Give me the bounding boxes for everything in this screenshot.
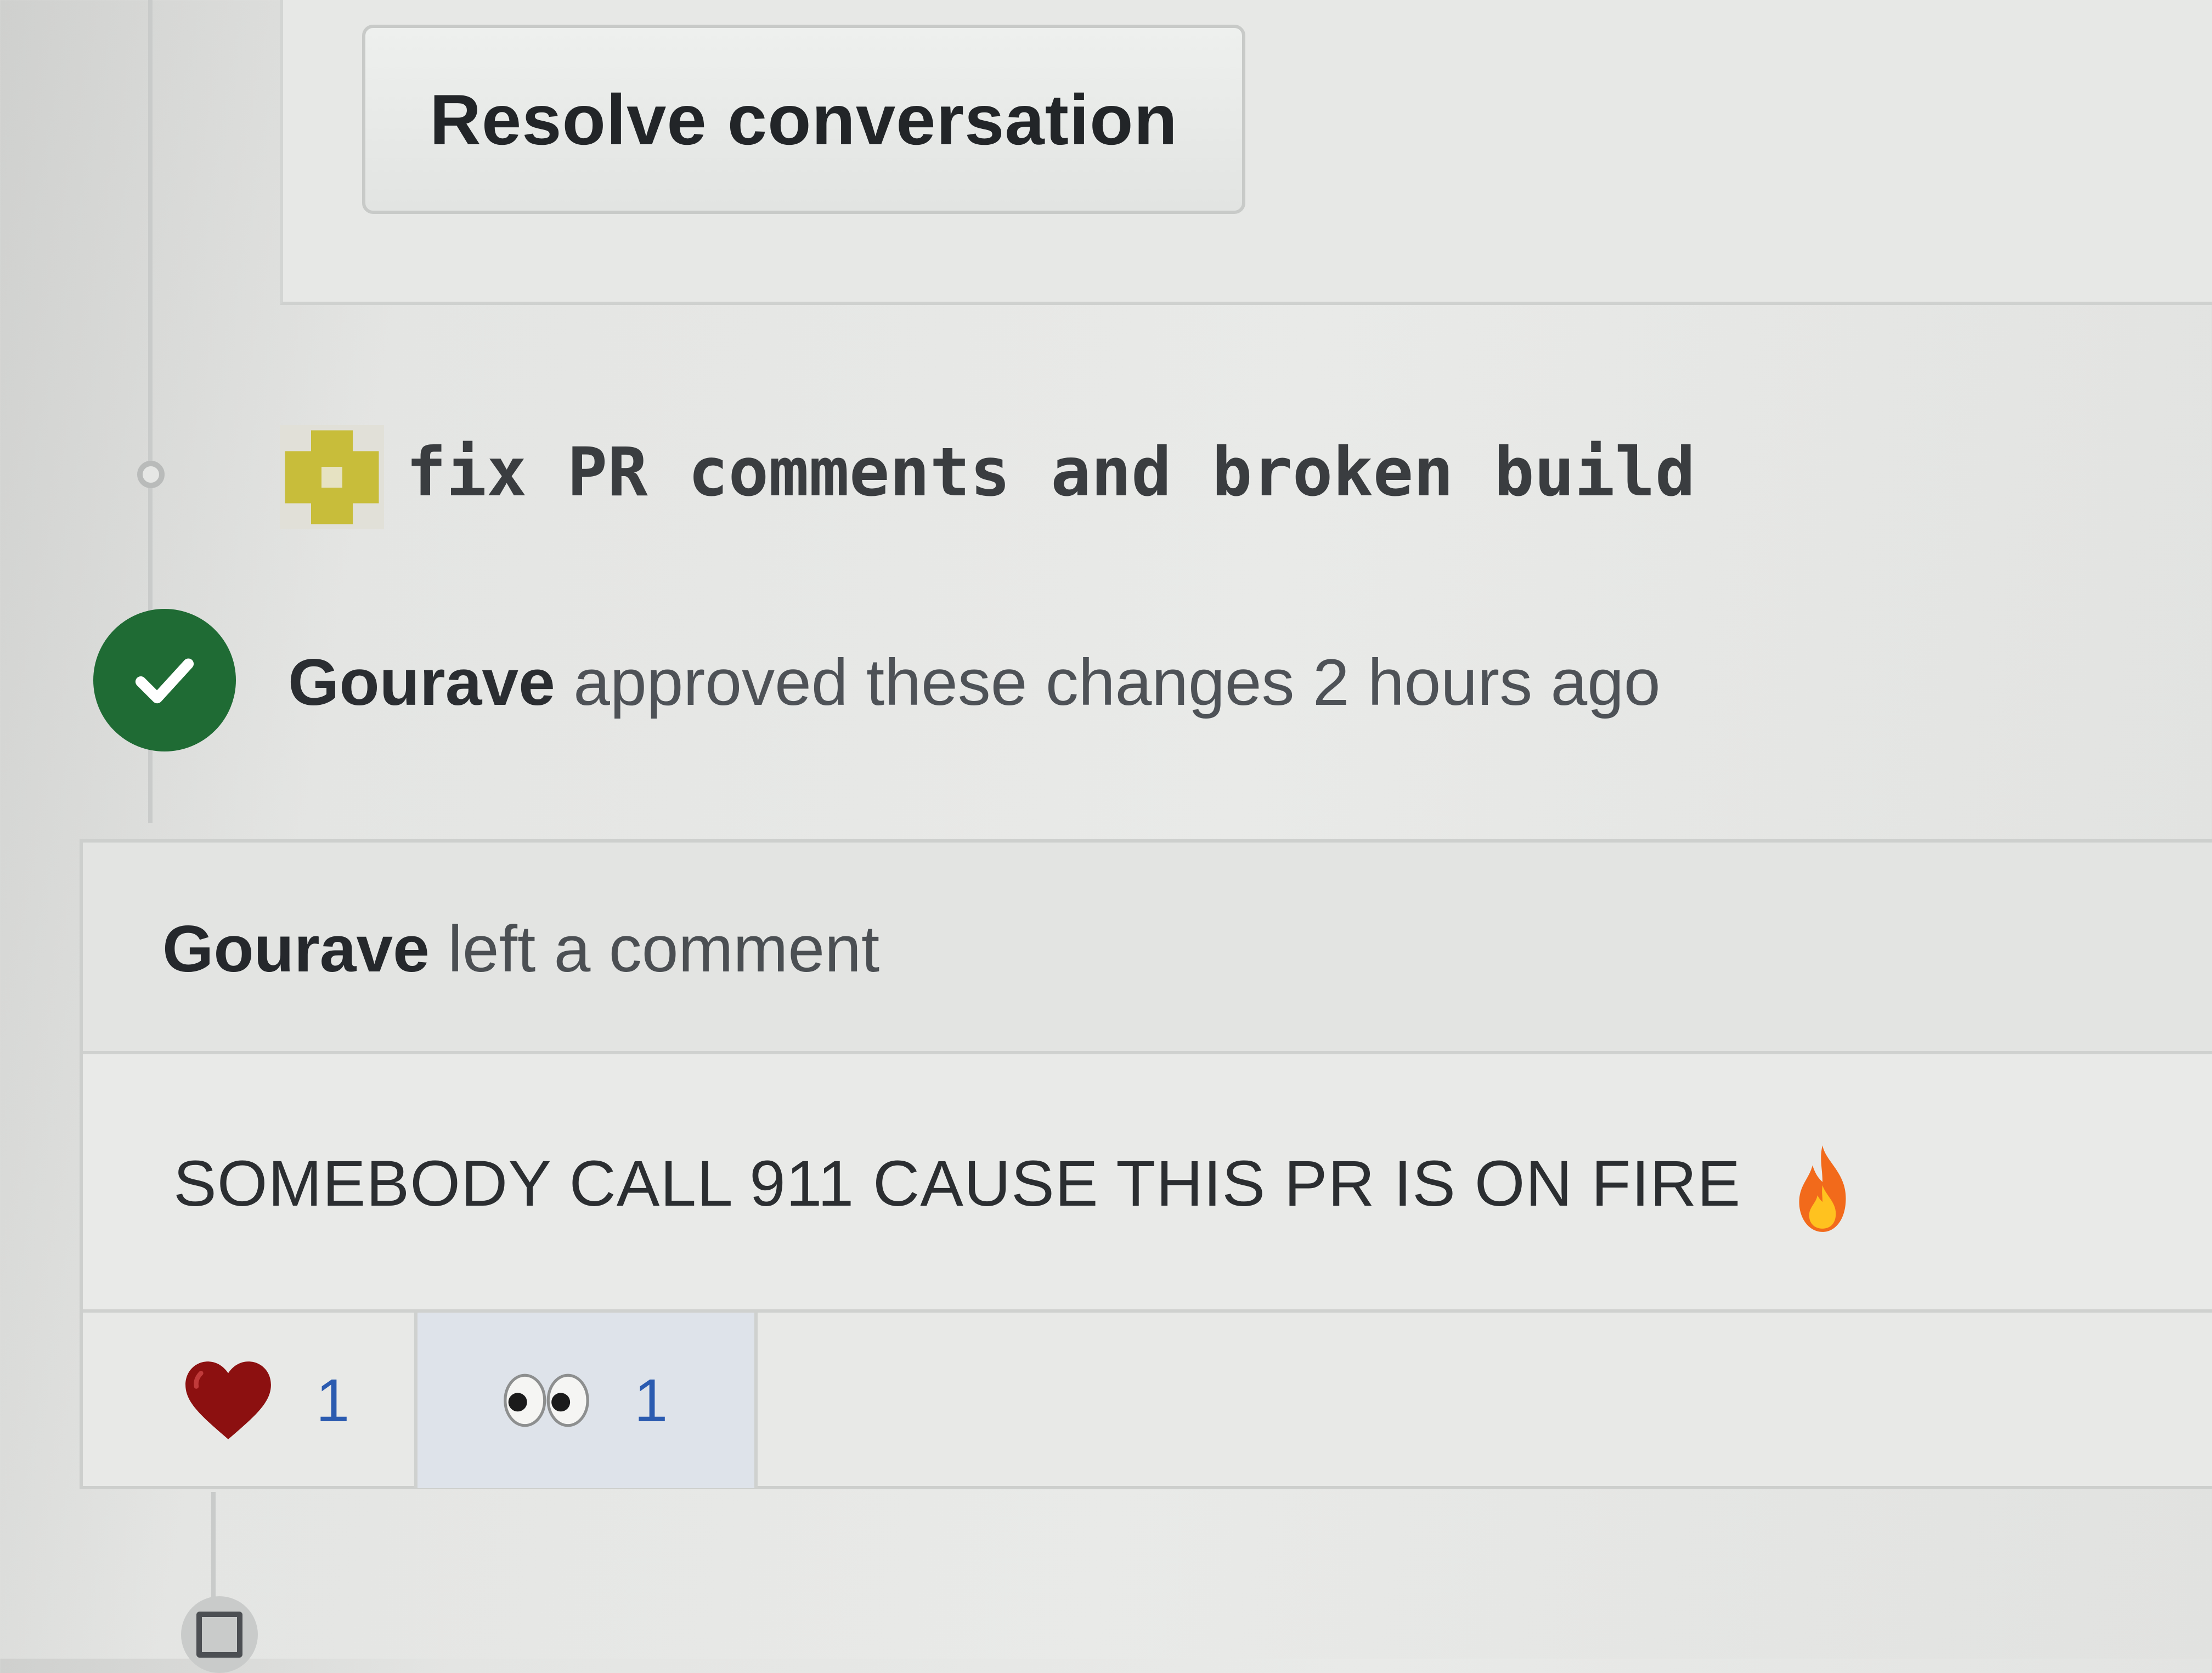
approval-badge xyxy=(93,609,236,751)
eyes-icon xyxy=(504,1374,589,1427)
approval-action-text: approved these changes 2 hours ago xyxy=(573,646,1661,719)
comment-body-text: SOMEBODY CALL 911 CAUSE THIS PR IS ON FI… xyxy=(173,1142,1864,1235)
check-icon xyxy=(135,658,194,704)
resolve-conversation-button[interactable]: Resolve conversation xyxy=(362,25,1245,214)
approval-author-link[interactable]: Gourave xyxy=(288,646,555,719)
comment-header-action: left a comment xyxy=(448,912,880,986)
reactions-bar: 1 1 xyxy=(83,1313,2212,1488)
eyes-reaction-count: 1 xyxy=(634,1366,668,1434)
commit-avatar-icon xyxy=(280,425,384,529)
repo-push-icon xyxy=(181,1596,258,1673)
eyes-reaction-button[interactable]: 1 xyxy=(417,1313,758,1488)
comment-author-link[interactable]: Gourave xyxy=(162,912,430,986)
comment-body-message: SOMEBODY CALL 911 CAUSE THIS PR IS ON FI… xyxy=(173,1148,1741,1220)
commit-node-icon xyxy=(137,461,165,488)
comment-body: SOMEBODY CALL 911 CAUSE THIS PR IS ON FI… xyxy=(83,1054,2212,1313)
fire-icon xyxy=(1799,1145,1846,1232)
heart-icon xyxy=(185,1361,271,1439)
comment-header-text: Gourave left a comment xyxy=(162,911,879,987)
review-comment-card: Gourave left a comment SOMEBODY CALL 911… xyxy=(80,839,2212,1489)
commit-message-link[interactable]: fix PR comments and broken build xyxy=(406,433,1695,511)
heart-reaction-count: 1 xyxy=(316,1366,350,1434)
next-timeline-event xyxy=(181,1596,258,1673)
comment-header: Gourave left a comment xyxy=(83,843,2212,1054)
heart-reaction-button[interactable]: 1 xyxy=(83,1313,417,1488)
approval-event-text: Gourave approved these changes 2 hours a… xyxy=(288,645,1661,720)
